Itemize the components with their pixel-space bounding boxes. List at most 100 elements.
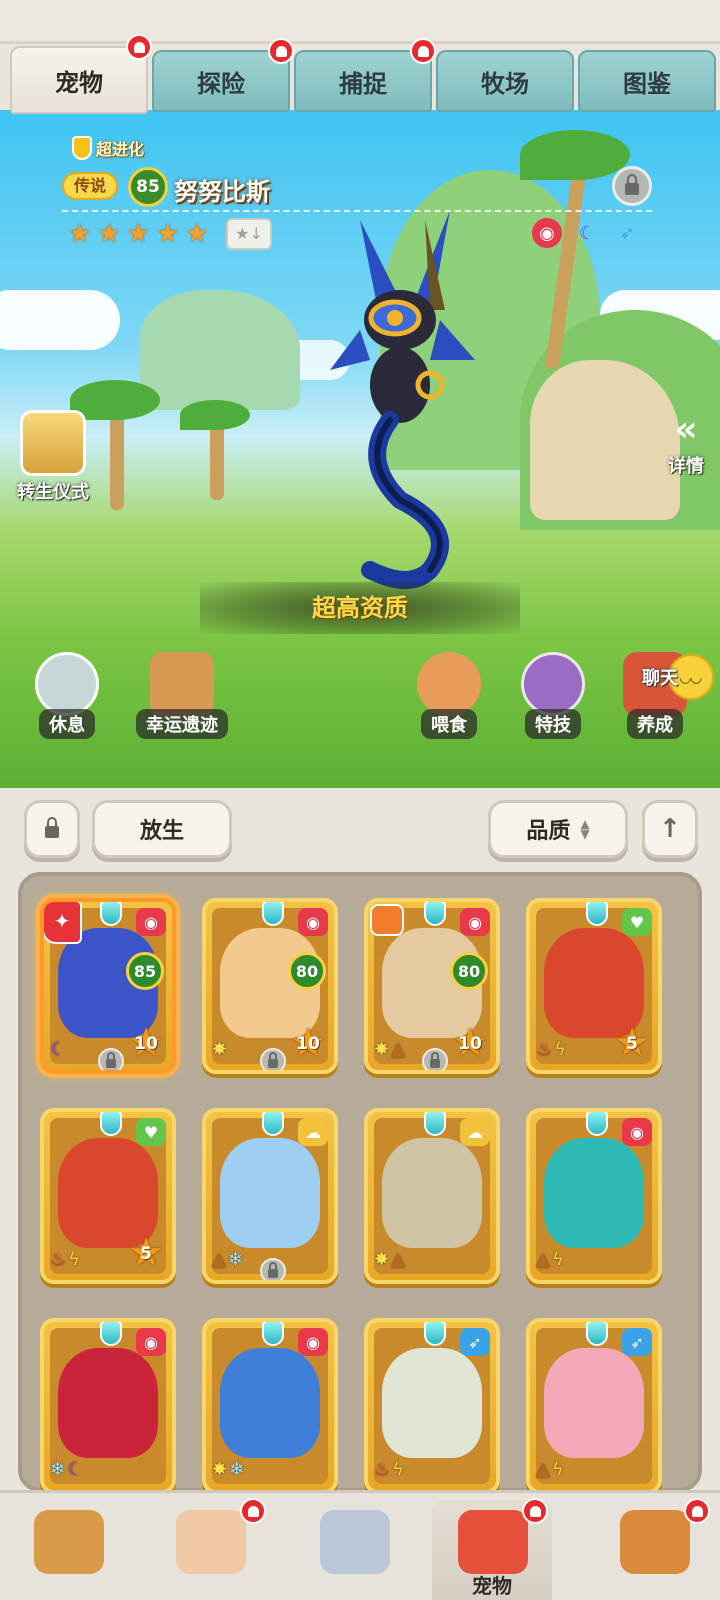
evolution-shield-icon bbox=[72, 136, 92, 160]
nav-item-pet[interactable]: 宠物 bbox=[432, 1498, 552, 1600]
rest-button[interactable]: 休息 bbox=[22, 652, 112, 739]
beast-icon: ◉ bbox=[622, 1118, 652, 1146]
feed-button[interactable]: 喂食 bbox=[404, 652, 494, 739]
skill-button[interactable]: 特技 bbox=[508, 652, 598, 739]
nav-item-battle-sword[interactable] bbox=[294, 1500, 414, 1600]
rebirth-ritual-button[interactable]: 转生仪式 bbox=[8, 410, 98, 504]
sort-dropdown[interactable]: 品质 ▲ ▼ bbox=[488, 800, 628, 858]
star-icon: ★ bbox=[126, 219, 150, 249]
skill-creature-icon bbox=[521, 652, 585, 716]
star-icon: ★ bbox=[155, 219, 180, 249]
rarity-badge: 传说 bbox=[62, 172, 119, 200]
pet-portrait bbox=[58, 1348, 158, 1458]
lock-icon bbox=[45, 817, 59, 838]
tribe-chief-icon bbox=[34, 1510, 104, 1574]
pet-creature-illustration bbox=[330, 210, 475, 589]
notification-bell-icon bbox=[684, 1498, 710, 1524]
lock-icon bbox=[268, 1052, 278, 1068]
pet-card[interactable]: ◉ 80 ★ 10 ✸ ▲ bbox=[364, 898, 500, 1074]
card-elements: ♨ ϟ bbox=[374, 1459, 404, 1480]
top-strip bbox=[0, 0, 720, 44]
pet-card[interactable]: ☁ ✸ ▲ bbox=[364, 1108, 500, 1284]
palm-leaf bbox=[180, 400, 250, 430]
pet-lock-button[interactable] bbox=[612, 166, 652, 206]
beast-icon: ◉ bbox=[136, 1328, 166, 1356]
release-button[interactable]: 放生 bbox=[92, 800, 232, 858]
evolution-gem-icon bbox=[586, 902, 608, 926]
evolution-gem-icon bbox=[424, 902, 446, 926]
pet-card[interactable]: ♥ ★ 5 ♨ ϟ bbox=[526, 898, 662, 1074]
pet-card[interactable]: ◉ ✸ ❄ bbox=[202, 1318, 338, 1494]
beast-icon: ◉ bbox=[298, 1328, 328, 1356]
lucky-ruins-button[interactable]: 幸运遗迹 bbox=[130, 652, 234, 739]
evolution-gem-icon bbox=[100, 1322, 122, 1346]
card-rank: 5 bbox=[626, 1034, 638, 1054]
beast-icon: ◉ bbox=[460, 908, 490, 936]
thunder-icon: ϟ bbox=[392, 1459, 405, 1480]
evolution-badge: 超进化 bbox=[72, 136, 144, 160]
lucky-ruins-label: 幸运遗迹 bbox=[136, 709, 228, 739]
star-down-button[interactable]: ★↓ bbox=[226, 218, 272, 250]
evolution-gem-icon bbox=[424, 1322, 446, 1346]
tab-codex[interactable]: 图鉴 bbox=[578, 50, 716, 112]
heart-icon: ♥ bbox=[622, 908, 652, 936]
cloud-icon: ☁ bbox=[298, 1118, 328, 1146]
evolution-gem-icon bbox=[262, 1112, 284, 1136]
lock-filter-button[interactable] bbox=[24, 800, 80, 858]
chat-emoji-icon: ◡◡ bbox=[680, 670, 702, 686]
ice-icon: ❄ bbox=[227, 1249, 243, 1270]
card-level-badge: 80 bbox=[288, 952, 326, 990]
chat-label[interactable]: 聊天 bbox=[642, 664, 678, 690]
pet-scene: 超进化 传说 85 努努比斯 ★ ★ ★ ★ ★ ★↓ ◉ ☾ ➶ 转生仪式 «… bbox=[0, 110, 720, 790]
shop-icon bbox=[620, 1510, 690, 1574]
notification-bell-icon bbox=[522, 1498, 548, 1524]
pet-card[interactable]: ♥ ★ 5 ♨ ϟ bbox=[40, 1108, 176, 1284]
tab-ranch-label: 牧场 bbox=[481, 69, 529, 98]
rest-label: 休息 bbox=[39, 709, 95, 739]
nav-item-character[interactable] bbox=[150, 1498, 270, 1600]
tab-pets[interactable]: 宠物 bbox=[10, 34, 152, 114]
tab-capture[interactable]: 捕捉 bbox=[294, 38, 436, 112]
character-icon bbox=[176, 1510, 246, 1574]
evolution-gem-icon bbox=[100, 1112, 122, 1136]
pet-card[interactable]: ➶ ♨ ϟ bbox=[364, 1318, 500, 1494]
pet-card[interactable]: ◉ ❄ ☾ bbox=[40, 1318, 176, 1494]
tab-explore[interactable]: 探险 bbox=[152, 38, 294, 112]
pet-card[interactable]: ◉ 80 ★ 10 ✸ bbox=[202, 898, 338, 1074]
sort-label: 品质 bbox=[526, 819, 571, 844]
pet-name[interactable]: 努努比斯 bbox=[174, 172, 270, 207]
sort-arrows-icon: ▲ ▼ bbox=[580, 817, 590, 841]
thunder-icon: ϟ bbox=[551, 1459, 564, 1480]
lock-icon bbox=[268, 1262, 278, 1278]
tab-pets-label: 宠物 bbox=[55, 68, 103, 97]
nav-item-shop[interactable] bbox=[594, 1498, 714, 1600]
card-elements: ▲ ❄ bbox=[212, 1249, 243, 1270]
card-elements: ✸ bbox=[212, 1039, 227, 1060]
thunder-icon: ϟ bbox=[554, 1039, 567, 1060]
star-icon: ★ bbox=[97, 219, 121, 249]
beast-icon: ◉ bbox=[532, 218, 562, 248]
pet-card[interactable]: ➶ ▲ ϟ bbox=[526, 1318, 662, 1494]
pet-card[interactable]: ◉ ▲ ϟ bbox=[526, 1108, 662, 1284]
card-lock bbox=[422, 1048, 448, 1070]
details-button[interactable]: « 详情 bbox=[654, 410, 718, 478]
tab-ranch[interactable]: 牧场 bbox=[436, 50, 574, 112]
cloud-icon: ☁ bbox=[460, 1118, 490, 1146]
pet-icon bbox=[458, 1510, 528, 1574]
card-elements: ♨ ϟ bbox=[536, 1039, 566, 1060]
light-icon: ✸ bbox=[212, 1039, 228, 1060]
card-elements: ❄ ☾ bbox=[50, 1459, 83, 1480]
earth-icon: ▲ bbox=[536, 1459, 550, 1480]
beast-icon: ◉ bbox=[136, 908, 166, 936]
lock-icon bbox=[430, 1052, 440, 1068]
card-elements: ♨ ϟ bbox=[50, 1249, 80, 1270]
card-level-badge: 80 bbox=[450, 952, 488, 990]
thunder-icon: ϟ bbox=[68, 1249, 81, 1270]
star-icon: ★ bbox=[68, 219, 92, 249]
sort-order-button[interactable]: ↑ bbox=[642, 800, 698, 858]
pet-card[interactable]: ◉ ✦ 85 ★ 10 ☾ bbox=[40, 898, 176, 1074]
moon-icon: ☾ bbox=[67, 1459, 84, 1480]
feed-label: 喂食 bbox=[421, 709, 477, 739]
pet-card[interactable]: ☁ ▲ ❄ bbox=[202, 1108, 338, 1284]
nav-item-tribe-chief[interactable] bbox=[8, 1500, 128, 1600]
